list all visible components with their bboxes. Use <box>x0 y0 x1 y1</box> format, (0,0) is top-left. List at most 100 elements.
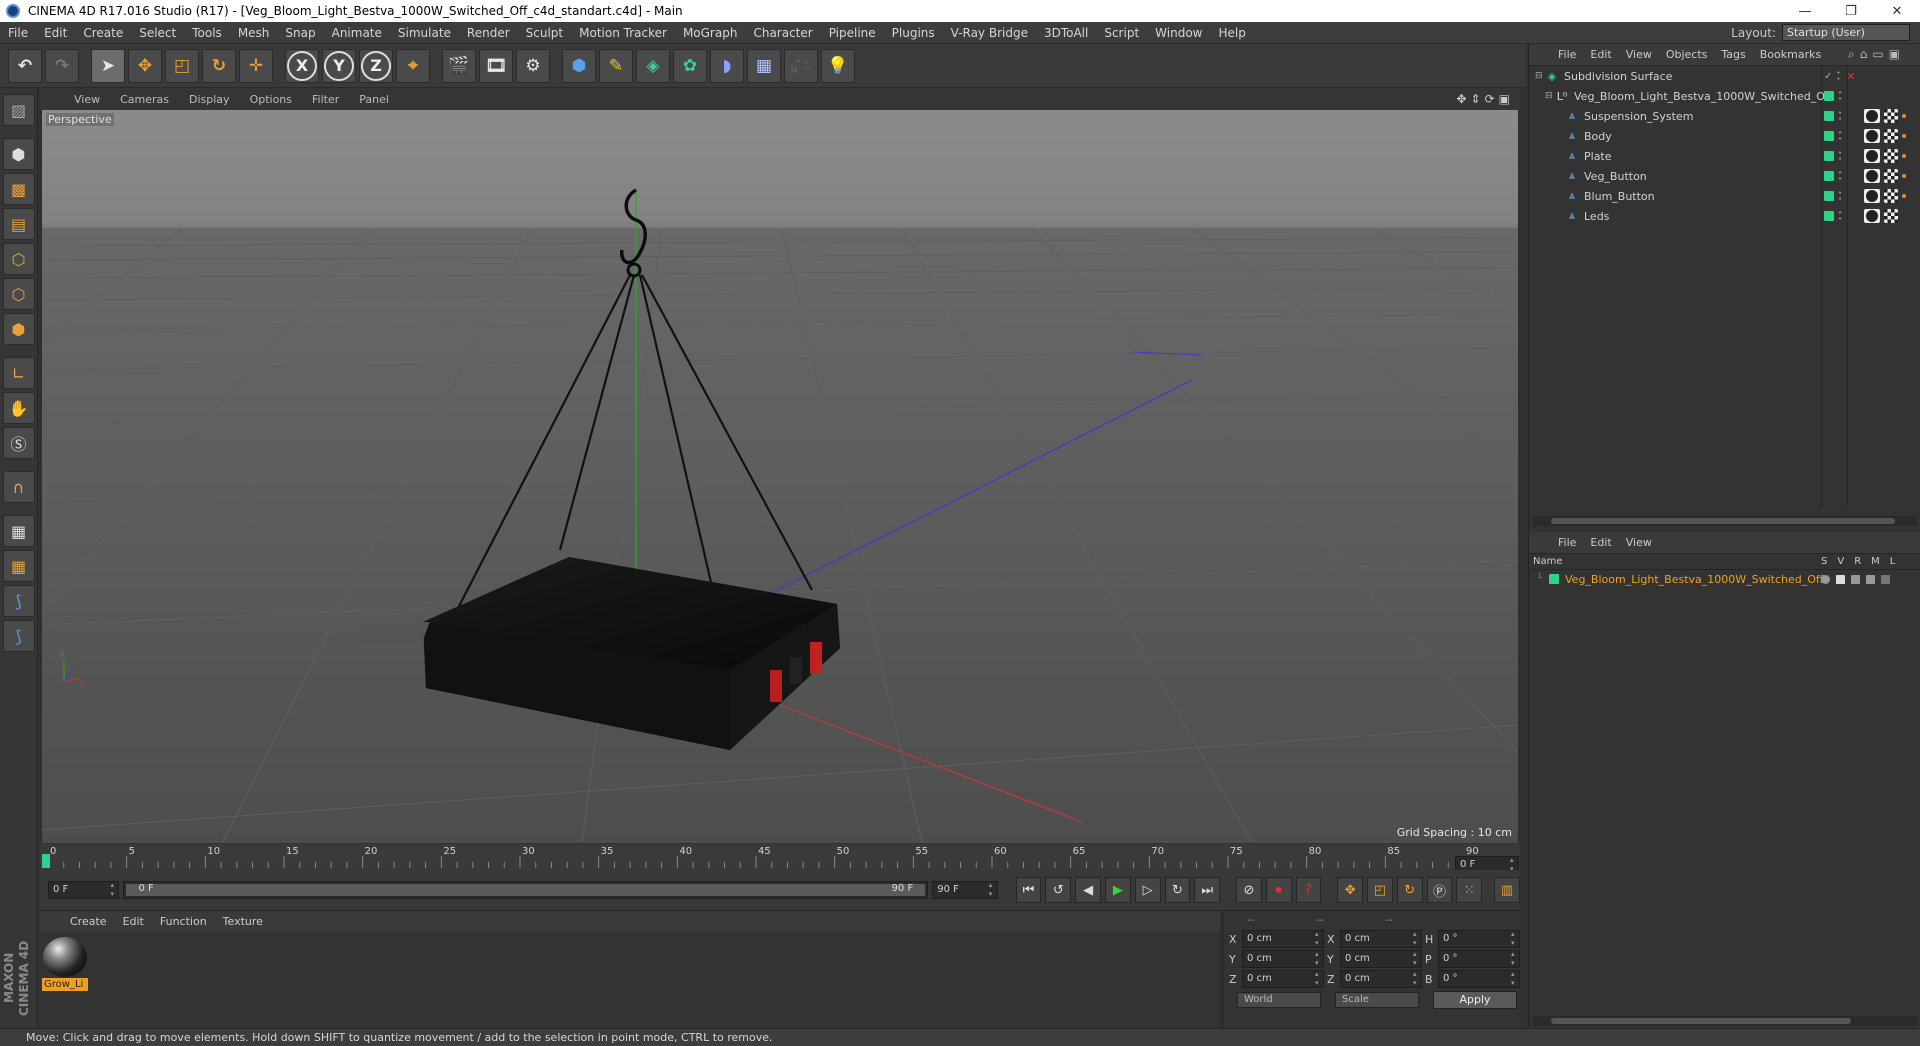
material-tag-icon[interactable] <box>1884 129 1898 143</box>
add-subdivision-button[interactable]: ◈ <box>636 48 670 83</box>
size-y-field[interactable]: 0 cm <box>1340 950 1422 968</box>
objects-menu-view[interactable]: View <box>1619 48 1659 61</box>
x-axis-lock-button[interactable]: X <box>285 48 319 83</box>
model-mode-button[interactable]: ⬢ <box>2 138 35 170</box>
key-pla-button[interactable]: ⁙ <box>1456 877 1483 903</box>
key-parameter-button[interactable]: Ⓟ <box>1426 877 1453 903</box>
visibility-dots-icon[interactable]: • • <box>1838 210 1844 223</box>
visibility-dots-icon[interactable]: • • <box>1836 70 1842 83</box>
go-to-start-button[interactable]: ⏮ <box>1015 877 1042 903</box>
viewport-menu-cameras[interactable]: Cameras <box>110 93 179 106</box>
visibility-dots-icon[interactable]: • • <box>1838 190 1844 203</box>
object-manager-scrollbar[interactable] <box>1533 516 1917 526</box>
record-button[interactable]: ⏺ <box>1265 877 1292 903</box>
layer-color-swatch[interactable] <box>1824 191 1834 201</box>
viewport-menu-panel[interactable]: Panel <box>349 93 399 106</box>
key-scale-button[interactable]: ◰ <box>1367 877 1393 903</box>
phong-tag-icon[interactable] <box>1864 149 1880 163</box>
menu-plugins[interactable]: Plugins <box>884 26 943 40</box>
timeline-settings-button[interactable]: ▥ <box>1494 877 1520 903</box>
tree-row-blum-button[interactable]: ⩓ Blum_Button • • <box>1529 186 1920 206</box>
edit-check-icon[interactable]: ✓ <box>1824 71 1832 82</box>
material-tag-icon[interactable] <box>1884 169 1898 183</box>
texture-mode-button[interactable]: ▩ <box>2 173 35 205</box>
menu-sculpt[interactable]: Sculpt <box>518 26 571 40</box>
material-swatch[interactable]: Grow_Li <box>42 935 88 991</box>
tree-row-veg-button[interactable]: ⩓ Veg_Button • • <box>1529 166 1920 186</box>
menu-create[interactable]: Create <box>75 26 131 40</box>
magnet-button[interactable]: ∩ <box>2 471 35 503</box>
tree-row-veg-bloom-null[interactable]: ⊟ L⁰ Veg_Bloom_Light_Bestva_1000W_Switch… <box>1529 86 1920 106</box>
previous-frame-button[interactable]: ◀ <box>1075 877 1101 903</box>
menu-tools[interactable]: Tools <box>184 26 230 40</box>
pos-y-field[interactable]: 0 cm <box>1242 950 1324 968</box>
timeline-ruler[interactable]: 0 5 10 15 20 25 30 35 40 45 50 55 60 65 70 75 80 85 90 <box>40 844 1520 870</box>
menu-select[interactable]: Select <box>131 26 184 40</box>
render-icon[interactable] <box>1851 574 1860 584</box>
layer-color-swatch[interactable] <box>1824 171 1834 181</box>
layer-color-swatch[interactable] <box>1824 211 1834 221</box>
size-x-field[interactable]: 0 cm <box>1340 930 1422 948</box>
menu-help[interactable]: Help <box>1210 26 1253 40</box>
add-deformer-button[interactable]: ◗ <box>710 48 744 83</box>
add-light-button[interactable]: 💡 <box>821 48 855 83</box>
python-script-2-button[interactable]: ⟆ <box>2 620 35 652</box>
material-menu-create[interactable]: Create <box>62 915 115 928</box>
material-tag-icon[interactable] <box>1884 189 1898 203</box>
objects-menu-objects[interactable]: Objects <box>1659 48 1715 61</box>
keyframe-selection-button[interactable]: ⊘ <box>1236 877 1262 903</box>
menu-simulate[interactable]: Simulate <box>390 26 459 40</box>
axis-mode-button[interactable]: ∟ <box>2 357 35 389</box>
visible-eye-icon[interactable] <box>1836 574 1845 584</box>
tree-row-suspension-system[interactable]: ⩓ Suspension_System • • <box>1529 106 1920 126</box>
key-rotation-button[interactable]: ↻ <box>1396 877 1423 903</box>
manager-icon[interactable] <box>1866 574 1875 584</box>
render-view-button[interactable]: 🎬 <box>442 48 476 83</box>
size-z-field[interactable]: 0 cm <box>1340 970 1422 988</box>
tree-collapse-icon[interactable]: ⊟ <box>1545 91 1555 101</box>
layer-row[interactable]: └ Veg_Bloom_Light_Bestva_1000W_Switched_… <box>1529 570 1920 588</box>
end-frame-field[interactable]: 90 F <box>932 881 998 899</box>
visibility-dots-icon[interactable]: • • <box>1838 150 1844 163</box>
scale-tool-button[interactable]: ◰ <box>165 48 199 83</box>
selection-tag-icon[interactable] <box>1902 194 1906 198</box>
menu-mesh[interactable]: Mesh <box>230 26 278 40</box>
objects-menu-tags[interactable]: Tags <box>1714 48 1752 61</box>
menu-character[interactable]: Character <box>745 26 820 40</box>
selection-tag-icon[interactable] <box>1902 154 1906 158</box>
coordinate-mode-dropdown[interactable]: World <box>1237 992 1321 1008</box>
rotate-tool-button[interactable]: ↻ <box>202 48 236 83</box>
transform-tool-button[interactable]: ✛ <box>239 48 273 83</box>
render-header[interactable]: R <box>1854 556 1861 567</box>
tree-row-leds[interactable]: ⩓ Leds • • <box>1529 206 1920 226</box>
viewport-camera-label[interactable]: Perspective <box>46 113 114 126</box>
view-header[interactable]: V <box>1837 556 1844 567</box>
polygons-mode-button[interactable]: ⬢ <box>2 313 35 345</box>
z-axis-lock-button[interactable]: Z <box>359 48 393 83</box>
rot-p-field[interactable]: 0 ° <box>1438 950 1520 968</box>
object-manager-tool-icons[interactable]: ⌕⌂▭▣ <box>1841 47 1912 62</box>
pos-z-field[interactable]: 0 cm <box>1242 970 1324 988</box>
menu-animate[interactable]: Animate <box>324 26 390 40</box>
layer-color-swatch[interactable] <box>1824 131 1834 141</box>
coordinate-system-button[interactable]: ⌖ <box>396 48 430 83</box>
phong-tag-icon[interactable] <box>1864 109 1880 123</box>
rot-h-field[interactable]: 0 ° <box>1438 930 1520 948</box>
material-menu-edit[interactable]: Edit <box>115 915 152 928</box>
3d-viewport[interactable]: y x z Perspective Grid Spacing : 10 cm <box>42 110 1518 843</box>
layers-menu-file[interactable]: File <box>1551 536 1583 549</box>
tree-row-subdivision-surface[interactable]: ⊟ ◈ Subdivision Surface ✓ • • ✕ <box>1529 66 1920 86</box>
menu-window[interactable]: Window <box>1147 26 1210 40</box>
workplane-grid-button[interactable]: ▦ <box>2 515 35 547</box>
locked-header[interactable]: L <box>1890 556 1896 567</box>
phong-tag-icon[interactable] <box>1864 209 1880 223</box>
redo-button[interactable]: ↷ <box>45 48 79 83</box>
frame-range-slider[interactable]: 0 F 90 F <box>123 881 929 899</box>
go-to-end-button[interactable]: ⏭ <box>1194 877 1221 903</box>
make-editable-button[interactable]: ▨ <box>2 94 35 126</box>
layer-color-swatch[interactable] <box>1549 574 1559 584</box>
selection-tag-icon[interactable] <box>1902 114 1906 118</box>
viewport-nav-icons[interactable]: ✥⇕⟳▣ <box>1456 92 1514 106</box>
next-key-button[interactable]: ↻ <box>1164 877 1191 903</box>
add-cube-button[interactable]: ⬢ <box>562 48 596 83</box>
